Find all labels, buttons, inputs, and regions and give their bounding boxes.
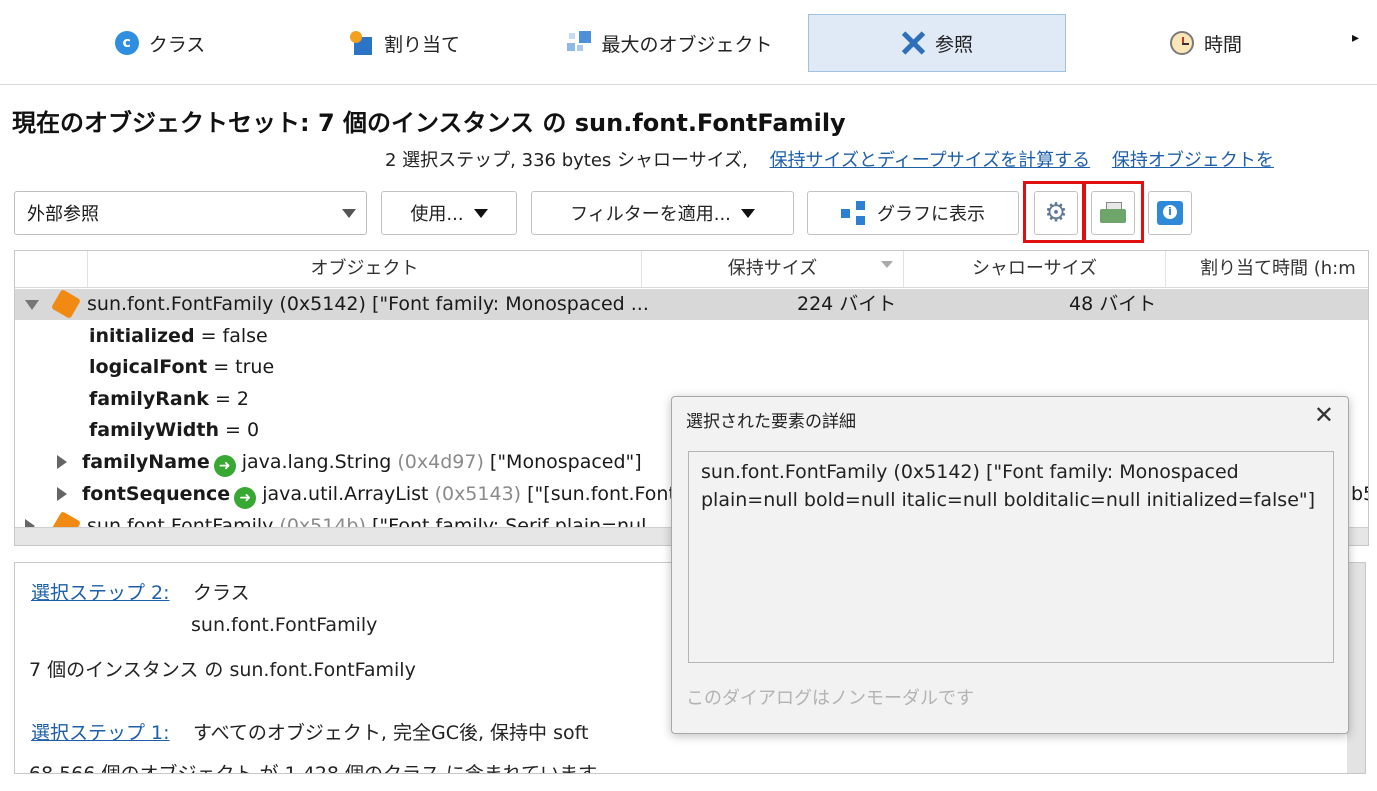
tab-label: 時間 — [1203, 33, 1242, 56]
use-button-label: 使用... — [410, 204, 464, 225]
selection-step-1-link[interactable]: 選択ステップ 1: — [31, 722, 170, 744]
reference-arrow-icon: ➜ — [213, 455, 236, 477]
table-row[interactable]: initialized = false — [15, 321, 1368, 352]
column-header-shallow-size[interactable]: シャローサイズ — [903, 251, 1165, 287]
field-name: fontSequence — [82, 483, 231, 505]
use-button[interactable]: 使用... — [381, 191, 517, 235]
sort-descending-icon — [881, 261, 893, 268]
field-preview: ["Monospaced"] — [489, 451, 642, 473]
show-in-graph-button[interactable]: グラフに表示 — [807, 191, 1019, 235]
field-value: = 2 — [208, 388, 250, 410]
object-id: (0x5143) — [434, 483, 522, 505]
collapsed-arrow-icon[interactable] — [57, 455, 67, 469]
field-value: = true — [207, 356, 275, 378]
close-icon[interactable]: ✕ — [1314, 401, 1334, 429]
object-cell: sun.font.FontFamily (0x5142) ["Font fami… — [87, 293, 649, 315]
reference-type-select[interactable]: 外部参照 — [14, 191, 367, 235]
tab-label: 割り当て — [383, 33, 460, 56]
more-tabs-arrow-icon[interactable]: ▸ — [1352, 30, 1359, 46]
field-name: familyRank — [89, 388, 209, 410]
object-id: (0x4d97) — [397, 451, 484, 473]
dialog-footer-note: このダイアログはノンモーダルです — [686, 688, 974, 709]
vertical-scrollbar[interactable] — [1347, 563, 1365, 773]
column-header-label: 保持サイズ — [727, 258, 818, 279]
dropdown-arrow-icon — [473, 208, 488, 218]
summary-text: 2 選択ステップ, 336 bytes シャローサイズ, — [385, 150, 748, 171]
show-in-graph-label: グラフに表示 — [877, 204, 985, 225]
details-button[interactable]: i — [1148, 191, 1192, 235]
column-header-tree — [15, 251, 87, 287]
table-row[interactable]: logicalFont = true — [15, 352, 1368, 383]
column-header-allocation-time[interactable]: 割り当て時間 (h:m — [1165, 251, 1368, 287]
column-header-object[interactable]: オブジェクト — [87, 251, 641, 287]
object-set-summary: 2 選択ステップ, 336 bytes シャローサイズ, 保持サイズとディープサ… — [385, 146, 1274, 172]
selection-step-2-link[interactable]: 選択ステップ 2: — [31, 582, 170, 604]
table-header: オブジェクト 保持サイズ シャローサイズ 割り当て時間 (h:m — [15, 251, 1368, 288]
column-header-retained-size[interactable]: 保持サイズ — [641, 251, 903, 287]
chevron-down-icon — [342, 209, 356, 218]
step-2-kind: クラス — [193, 582, 250, 604]
field-name: initialized — [89, 325, 195, 347]
element-details-dialog: 選択された要素の詳細 ✕ sun.font.FontFamily (0x5142… — [671, 396, 1349, 734]
references-icon — [901, 31, 926, 55]
retained-objects-link[interactable]: 保持オブジェクトを — [1112, 150, 1274, 171]
compute-sizes-link[interactable]: 保持サイズとディープサイズを計算する — [770, 150, 1091, 171]
tab-label: 参照 — [934, 33, 973, 56]
details-line: plain=null bold=null italic=null boldita… — [701, 489, 1316, 511]
tab-classes[interactable]: c クラス — [40, 14, 280, 72]
reference-type-value: 外部参照 — [27, 204, 99, 225]
field-type: java.lang.String — [241, 451, 392, 473]
retained-size-cell: 224 バイト — [797, 293, 897, 315]
view-tab-bar: c クラス 割り当て 最大のオブジェクト 参照 時間 ▸ — [0, 0, 1377, 85]
field-value: = 0 — [218, 419, 260, 441]
step-1-description: すべてのオブジェクト, 完全GC後, 保持中 soft — [193, 722, 589, 744]
tab-time[interactable]: 時間 — [1066, 14, 1346, 72]
info-icon: i — [1157, 201, 1183, 225]
step-2-class: sun.font.FontFamily — [191, 614, 378, 636]
step-1-summary: 68,566 個のオブジェクト が 1,428 個のクラス に含まれています — [29, 763, 598, 774]
dialog-title: 選択された要素の詳細 — [686, 412, 856, 432]
step-2-summary: 7 個のインスタンス の sun.font.FontFamily — [29, 659, 416, 681]
field-name: logicalFont — [89, 356, 208, 378]
tab-biggest-objects[interactable]: 最大のオブジェクト — [530, 14, 810, 72]
biggest-objects-icon — [567, 31, 592, 55]
highlight-box — [1023, 181, 1085, 243]
tab-label: 最大のオブジェクト — [601, 33, 773, 56]
class-icon: c — [114, 31, 139, 55]
cell-overflow-text: b5 — [1351, 483, 1368, 505]
field-type: java.util.ArrayList — [262, 483, 429, 505]
field-name: familyWidth — [89, 419, 219, 441]
tab-references[interactable]: 参照 — [808, 14, 1066, 72]
tab-label: クラス — [148, 33, 206, 56]
allocation-icon — [349, 31, 374, 55]
field-value: = false — [194, 325, 268, 347]
expanded-arrow-icon[interactable] — [25, 300, 39, 310]
page-title: 現在のオブジェクトセット: 7 個のインスタンス の sun.font.Font… — [12, 109, 846, 137]
clock-icon — [1169, 31, 1194, 55]
tab-allocations[interactable]: 割り当て — [280, 14, 530, 72]
details-text-area[interactable]: sun.font.FontFamily (0x5142) ["Font fami… — [688, 451, 1334, 663]
shallow-size-cell: 48 バイト — [1069, 293, 1157, 315]
object-instance-icon — [50, 288, 82, 320]
dropdown-arrow-icon — [740, 208, 755, 218]
collapsed-arrow-icon[interactable] — [57, 487, 67, 501]
reference-arrow-icon: ➜ — [234, 487, 257, 509]
apply-filter-label: フィルターを適用... — [570, 204, 731, 225]
table-row[interactable]: sun.font.FontFamily (0x5142) ["Font fami… — [15, 288, 1368, 320]
details-line: sun.font.FontFamily (0x5142) ["Font fami… — [701, 461, 1239, 483]
graph-icon — [841, 201, 867, 225]
apply-filter-button[interactable]: フィルターを適用... — [531, 191, 794, 235]
field-name: familyName — [82, 451, 210, 473]
highlight-box — [1083, 181, 1144, 243]
